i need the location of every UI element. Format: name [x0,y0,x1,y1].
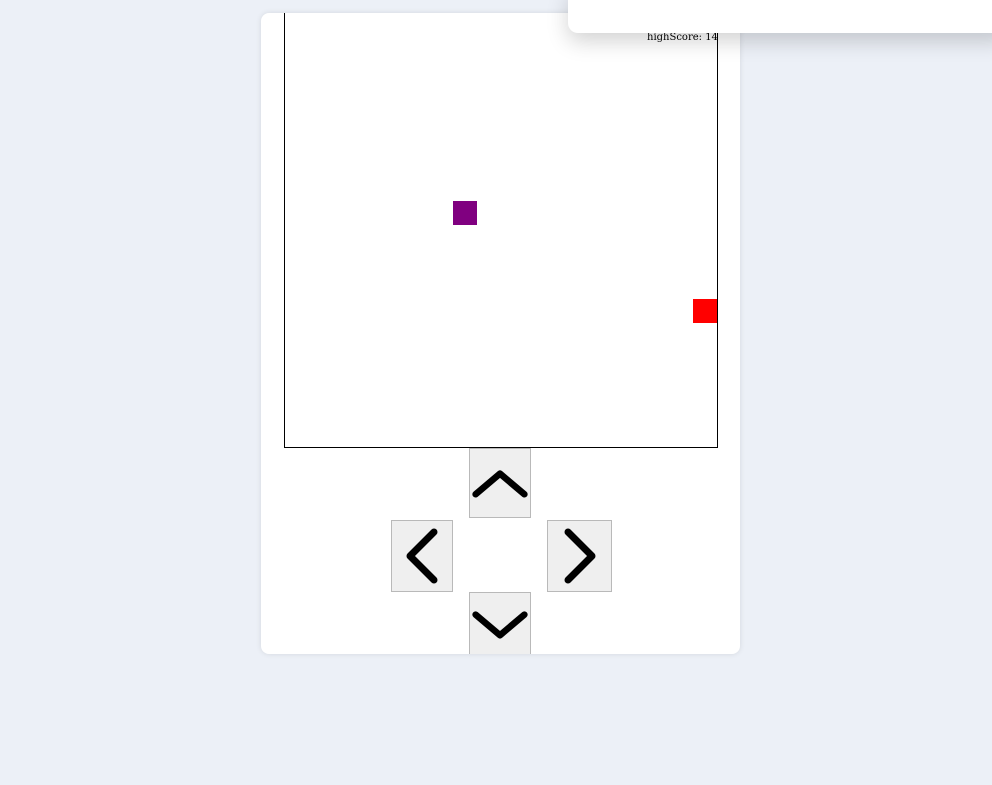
left-button[interactable] [391,520,453,592]
game-card: highScore: 14 [261,13,740,654]
chevron-left-icon [406,528,438,584]
chevron-down-icon [472,611,528,639]
high-score-label: highScore: 14 [647,32,718,43]
down-button[interactable] [469,592,531,654]
snake-block [693,299,717,323]
notification-popup [568,0,992,33]
chevron-right-icon [564,528,595,584]
food-block [453,201,477,225]
game-board: highScore: 14 [284,13,718,448]
chevron-up-icon [472,470,528,498]
right-button[interactable] [547,520,612,592]
up-button[interactable] [469,448,531,518]
